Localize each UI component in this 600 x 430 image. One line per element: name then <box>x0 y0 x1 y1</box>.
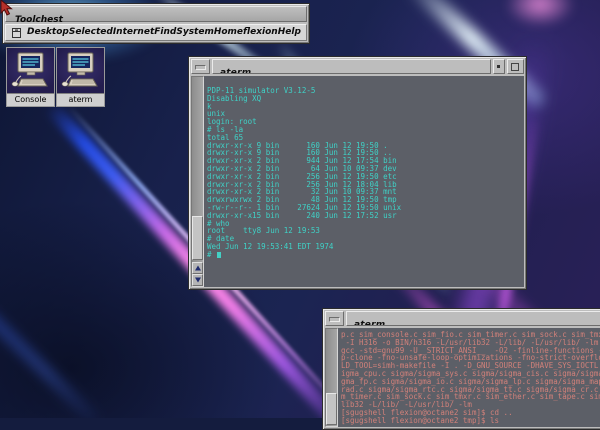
toolchest-menu-0[interactable]: Desktop <box>27 26 69 39</box>
terminal-screen[interactable]: PDP-11 simulator V3.12-5Disabling XQkuni… <box>204 76 524 287</box>
titlebar-title-area[interactable]: aterm <box>212 59 491 74</box>
terminal-line-5: login: root <box>207 118 522 126</box>
toolchest-menu-4[interactable]: System <box>176 26 214 39</box>
terminal-line-22: # <box>207 251 522 259</box>
terminal-line-1: Disabling XQ <box>207 95 522 103</box>
terminal-line-21: Wed Jun 12 19:53:41 EDT 1974 <box>207 243 522 251</box>
desktop-icon-label: aterm <box>57 93 104 106</box>
toolchest-menu-6[interactable]: flexion <box>243 26 278 39</box>
minimize-icon <box>497 65 500 68</box>
window-title: aterm <box>213 67 251 74</box>
toolchest-menubar: DesktopSelectedInternetFindSystemHomefle… <box>5 24 307 41</box>
scrollbar-trough[interactable] <box>326 329 337 426</box>
terminal-screen[interactable]: p.c sim_console.c sim_fio.c sim_timer.c … <box>338 328 600 427</box>
toolchest-menu-3[interactable]: Find <box>154 26 176 39</box>
desktop-icon-console[interactable]: Console <box>6 47 55 107</box>
computer-icon <box>57 48 104 93</box>
terminal-line-17: drwxr-xr-x15 bin 240 Jun 12 17:52 usr <box>207 212 522 220</box>
computer-icon <box>7 48 54 93</box>
aterm-window-main: aterm PDP-11 simulator V3.12-5Disabling … <box>188 56 527 290</box>
toolchest-menu-2[interactable]: Internet <box>113 26 154 39</box>
scroll-up-button[interactable] <box>192 262 203 274</box>
titlebar[interactable]: aterm <box>191 59 524 74</box>
window-body: p.c sim_console.c sim_fio.c sim_timer.c … <box>325 328 600 427</box>
scrollbar-trough[interactable] <box>192 77 203 262</box>
minimize-button[interactable] <box>493 59 505 74</box>
maximize-button[interactable] <box>507 59 524 74</box>
aterm-window-build: aterm p.c sim_console.c sim_fio.c sim_ti… <box>322 308 600 430</box>
light-streak <box>0 308 101 418</box>
terminal-line-19: root tty8 Jun 12 19:53 <box>207 227 522 235</box>
titlebar[interactable]: aterm <box>325 311 600 326</box>
mouse-pointer-icon <box>0 0 15 16</box>
window-menu-button[interactable] <box>191 59 210 74</box>
toolchest-icon <box>12 28 21 38</box>
scrollbar-thumb[interactable] <box>192 216 203 260</box>
desktop-icon-label: Console <box>7 93 54 106</box>
toolchest-menu-5[interactable]: Home <box>214 26 243 39</box>
window-menu-button[interactable] <box>325 311 344 326</box>
terminal-line-6: # ls -la <box>207 126 522 134</box>
scrollbar[interactable] <box>191 76 204 287</box>
toolchest-menu-7[interactable]: Help <box>278 26 301 39</box>
toolchest-menu-1[interactable]: Selected <box>69 26 113 39</box>
light-streak <box>505 0 575 27</box>
window-title: aterm <box>347 319 385 326</box>
window-body: PDP-11 simulator V3.12-5Disabling XQkuni… <box>191 76 524 287</box>
terminal-line-2: k <box>207 103 522 111</box>
toolchest-menu-list: DesktopSelectedInternetFindSystemHomefle… <box>27 26 303 39</box>
toolchest-window: Toolchest DesktopSelectedInternetFindSys… <box>2 3 310 44</box>
titlebar-title-area[interactable]: aterm <box>346 311 600 326</box>
scroll-down-button[interactable] <box>192 274 203 286</box>
window-menu-icon <box>329 317 340 322</box>
desktop-icon-aterm[interactable]: aterm <box>56 47 105 107</box>
scrollbar[interactable] <box>325 328 338 427</box>
window-menu-icon <box>195 65 206 70</box>
scrollbar-thumb[interactable] <box>326 393 337 425</box>
toolchest-titlebar[interactable]: Toolchest <box>5 6 307 22</box>
maximize-icon <box>511 63 519 71</box>
